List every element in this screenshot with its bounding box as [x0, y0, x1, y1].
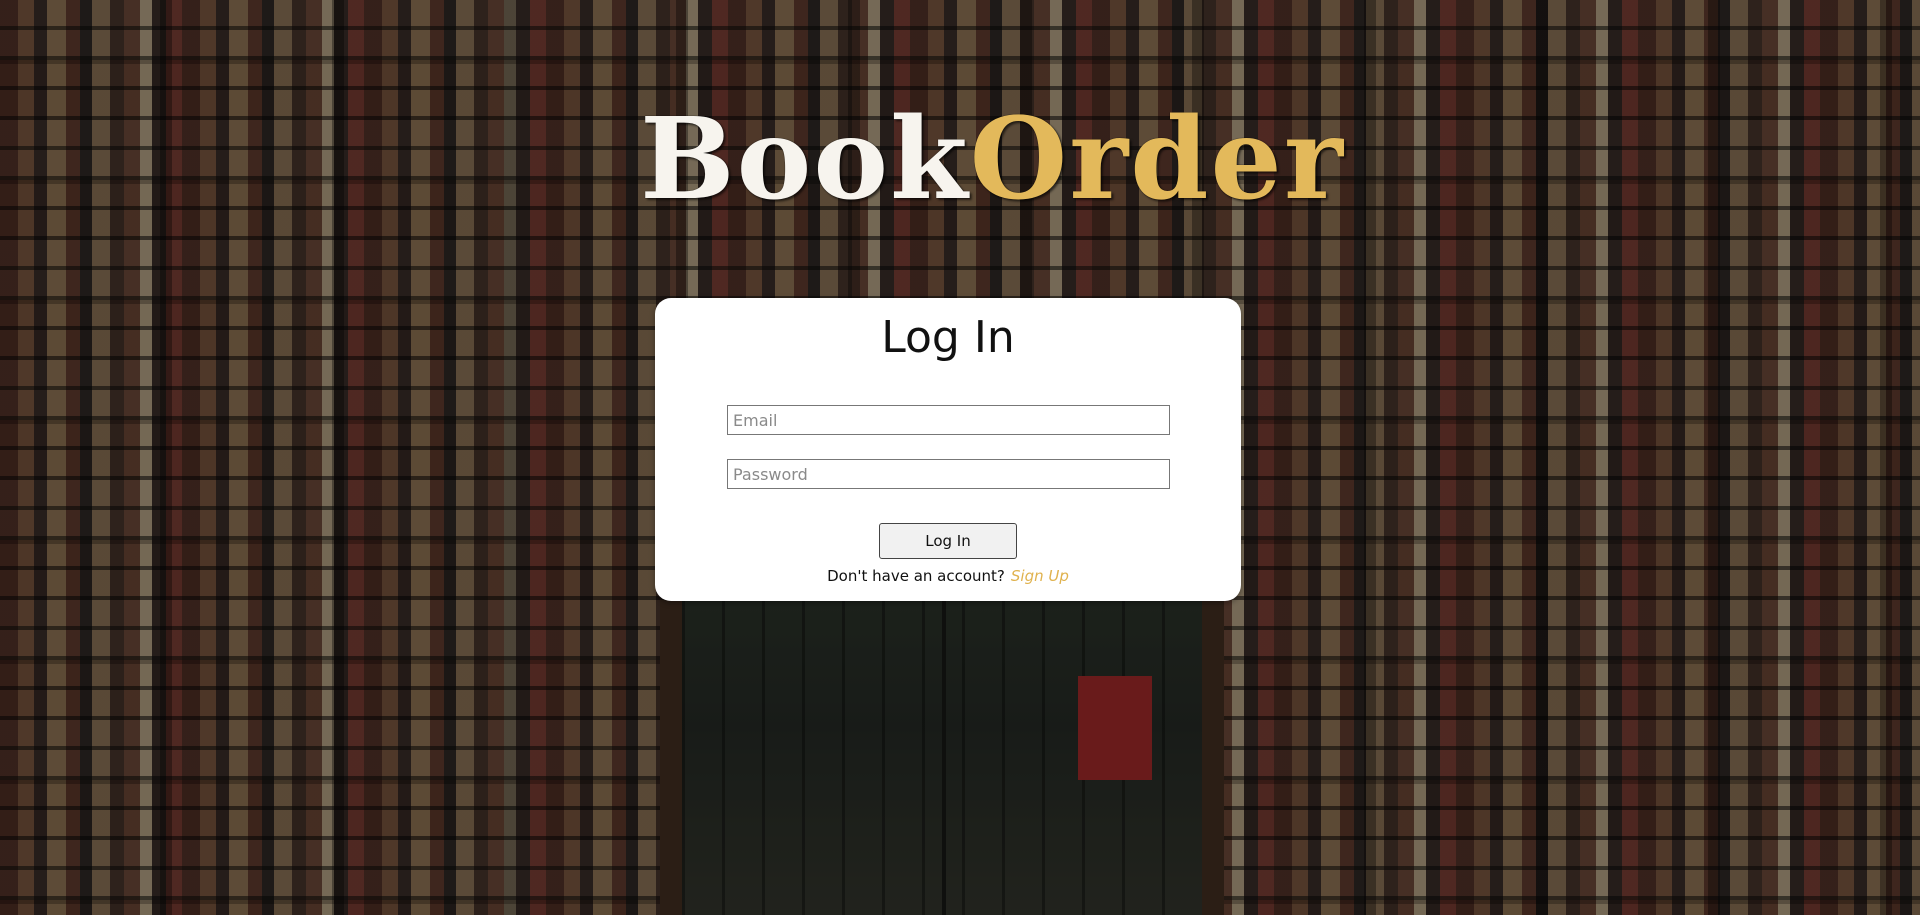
- login-button[interactable]: Log In: [879, 523, 1017, 559]
- no-account-text: Don't have an account?: [827, 567, 1005, 585]
- brand-logo: BookOrder: [640, 100, 1343, 220]
- password-input[interactable]: [727, 459, 1170, 489]
- signup-prompt: Don't have an account? Sign Up: [655, 567, 1241, 585]
- email-input[interactable]: [727, 405, 1170, 435]
- login-title: Log In: [881, 312, 1015, 363]
- signup-link[interactable]: Sign Up: [1011, 567, 1069, 585]
- logo-book: Book: [640, 94, 970, 225]
- logo-order: Order: [969, 94, 1345, 225]
- login-card: Log In Log In Don't have an account? Sign…: [655, 298, 1241, 601]
